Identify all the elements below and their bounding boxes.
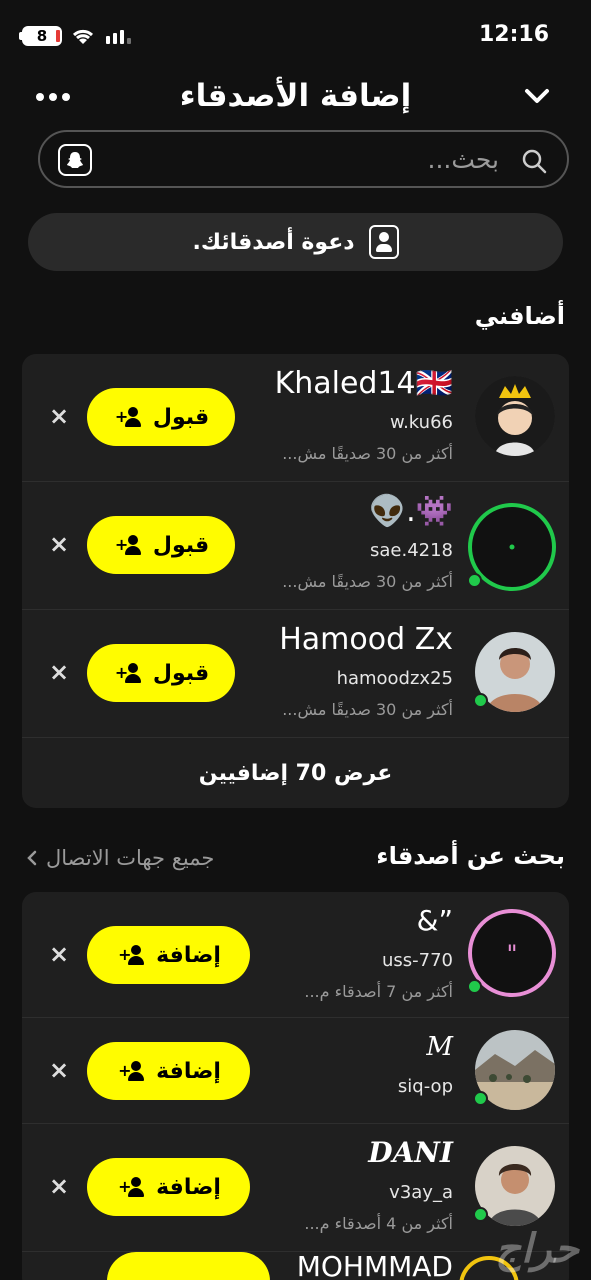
chevron-left-icon [27,850,37,866]
added-me-title: أضافني [474,302,565,330]
list-item[interactable]: " &” uss-770 أكثر من 7 أصدقاء م... إضافة… [22,892,569,1018]
friend-name: M [426,1032,453,1062]
find-friends-title: بحث عن أصدقاء [376,842,565,870]
friend-name: MOHMMAD [296,1250,453,1280]
add-user-icon: + [113,535,141,555]
add-label: إضافة [156,1058,221,1084]
add-user-icon: + [116,1177,145,1197]
dismiss-button[interactable]: × [48,942,70,966]
search-placeholder: بحث... [427,145,499,174]
dismiss-button[interactable]: × [48,532,70,556]
list-item[interactable]: DANI v3ay_a أكثر من 4 أصدقاء م... إضافة … [22,1124,569,1252]
accept-label: قبول [152,532,210,558]
wifi-icon [72,29,94,44]
search-icon [522,149,547,174]
online-indicator [473,1091,488,1106]
online-indicator [467,573,482,588]
friend-username: w.ku66 [390,412,453,433]
header: إضافة الأصدقاء [0,70,591,126]
list-item[interactable]: MOHMMAD [22,1250,569,1280]
list-item[interactable]: M siq-op إضافة + × [22,1018,569,1124]
online-indicator [473,1207,488,1222]
mutual-friends-text: أكثر من 30 صديقًا مش... [282,572,453,591]
dismiss-button[interactable]: × [48,660,70,684]
accept-label: قبول [152,660,210,686]
add-user-icon: + [113,663,141,683]
add-friend-button[interactable]: إضافة + [87,1042,250,1100]
dismiss-button[interactable]: × [48,1174,70,1198]
find-friends-card: " &” uss-770 أكثر من 7 أصدقاء م... إضافة… [22,892,569,1280]
mutual-friends-text: أكثر من 4 أصدقاء م... [304,1214,453,1233]
friend-username: siq-op [397,1076,453,1097]
list-item[interactable]: Hamood Zx hamoodzx25 أكثر من 30 صديقًا م… [22,610,569,738]
dismiss-button[interactable]: × [48,404,70,428]
accept-button[interactable]: قبول + [87,516,235,574]
clock: 12:16 [478,22,549,47]
add-label: إضافة [156,942,221,968]
add-friend-button[interactable] [107,1252,270,1280]
friend-name: DANI [368,1136,453,1169]
accept-button[interactable]: قبول + [87,388,235,446]
accept-label: قبول [152,404,210,430]
add-friend-button[interactable]: إضافة + [87,926,250,984]
contact-book-icon [368,225,399,259]
list-item[interactable]: Khaled14🇬🇧 w.ku66 أكثر من 30 صديقًا مش..… [22,354,569,482]
snapchat-ghost-icon[interactable] [58,144,92,176]
watermark-logo: حراج [495,1226,579,1272]
added-me-card: Khaled14🇬🇧 w.ku66 أكثر من 30 صديقًا مش..… [22,354,569,808]
friend-name: Khaled14🇬🇧 [274,366,453,401]
mutual-friends-text: أكثر من 30 صديقًا مش... [282,700,453,719]
friend-name: &” [416,904,453,937]
battery-level: 8 [36,27,48,45]
page-title: إضافة الأصدقاء [179,78,412,114]
friend-username: uss-770 [381,950,453,971]
add-label: إضافة [156,1174,221,1200]
accept-button[interactable]: قبول + [87,644,235,702]
friend-username: hamoodzx25 [336,668,453,689]
friend-username: sae.4218 [369,540,453,561]
online-indicator [467,979,482,994]
signal-icon [106,28,131,44]
add-friend-button[interactable]: إضافة + [87,1158,250,1216]
list-item[interactable]: 👽.👾 sae.4218 أكثر من 30 صديقًا مش... قبو… [22,482,569,610]
find-friends-header: بحث عن أصدقاء جميع جهات الاتصال [26,838,565,878]
status-bar: 8 12:16 [0,0,591,70]
mutual-friends-text: أكثر من 30 صديقًا مش... [282,444,453,463]
mutual-friends-text: أكثر من 7 أصدقاء م... [304,982,453,1001]
online-indicator [473,693,488,708]
invite-friends-button[interactable]: دعوة أصدقائك. [28,213,563,271]
add-user-icon: + [113,407,141,427]
crowned-cartoon-avatar-icon[interactable] [475,376,555,456]
all-contacts-label: جميع جهات الاتصال [46,846,215,870]
chevron-down-icon[interactable] [521,82,553,110]
search-input[interactable]: بحث... [38,130,569,188]
view-more-button[interactable]: عرض 70 إضافيين [22,738,569,808]
add-user-icon: + [116,1061,145,1081]
add-user-icon: + [116,945,145,965]
friend-name: Hamood Zx [279,622,453,657]
svg-text:": " [506,940,517,968]
invite-label: دعوة أصدقائك. [192,229,355,255]
battery-icon: 8 [19,26,62,46]
friend-username: v3ay_a [389,1182,453,1203]
friend-name: 👽.👾 [368,494,453,529]
all-contacts-link[interactable]: جميع جهات الاتصال [26,846,214,870]
dismiss-button[interactable]: × [48,1058,70,1082]
